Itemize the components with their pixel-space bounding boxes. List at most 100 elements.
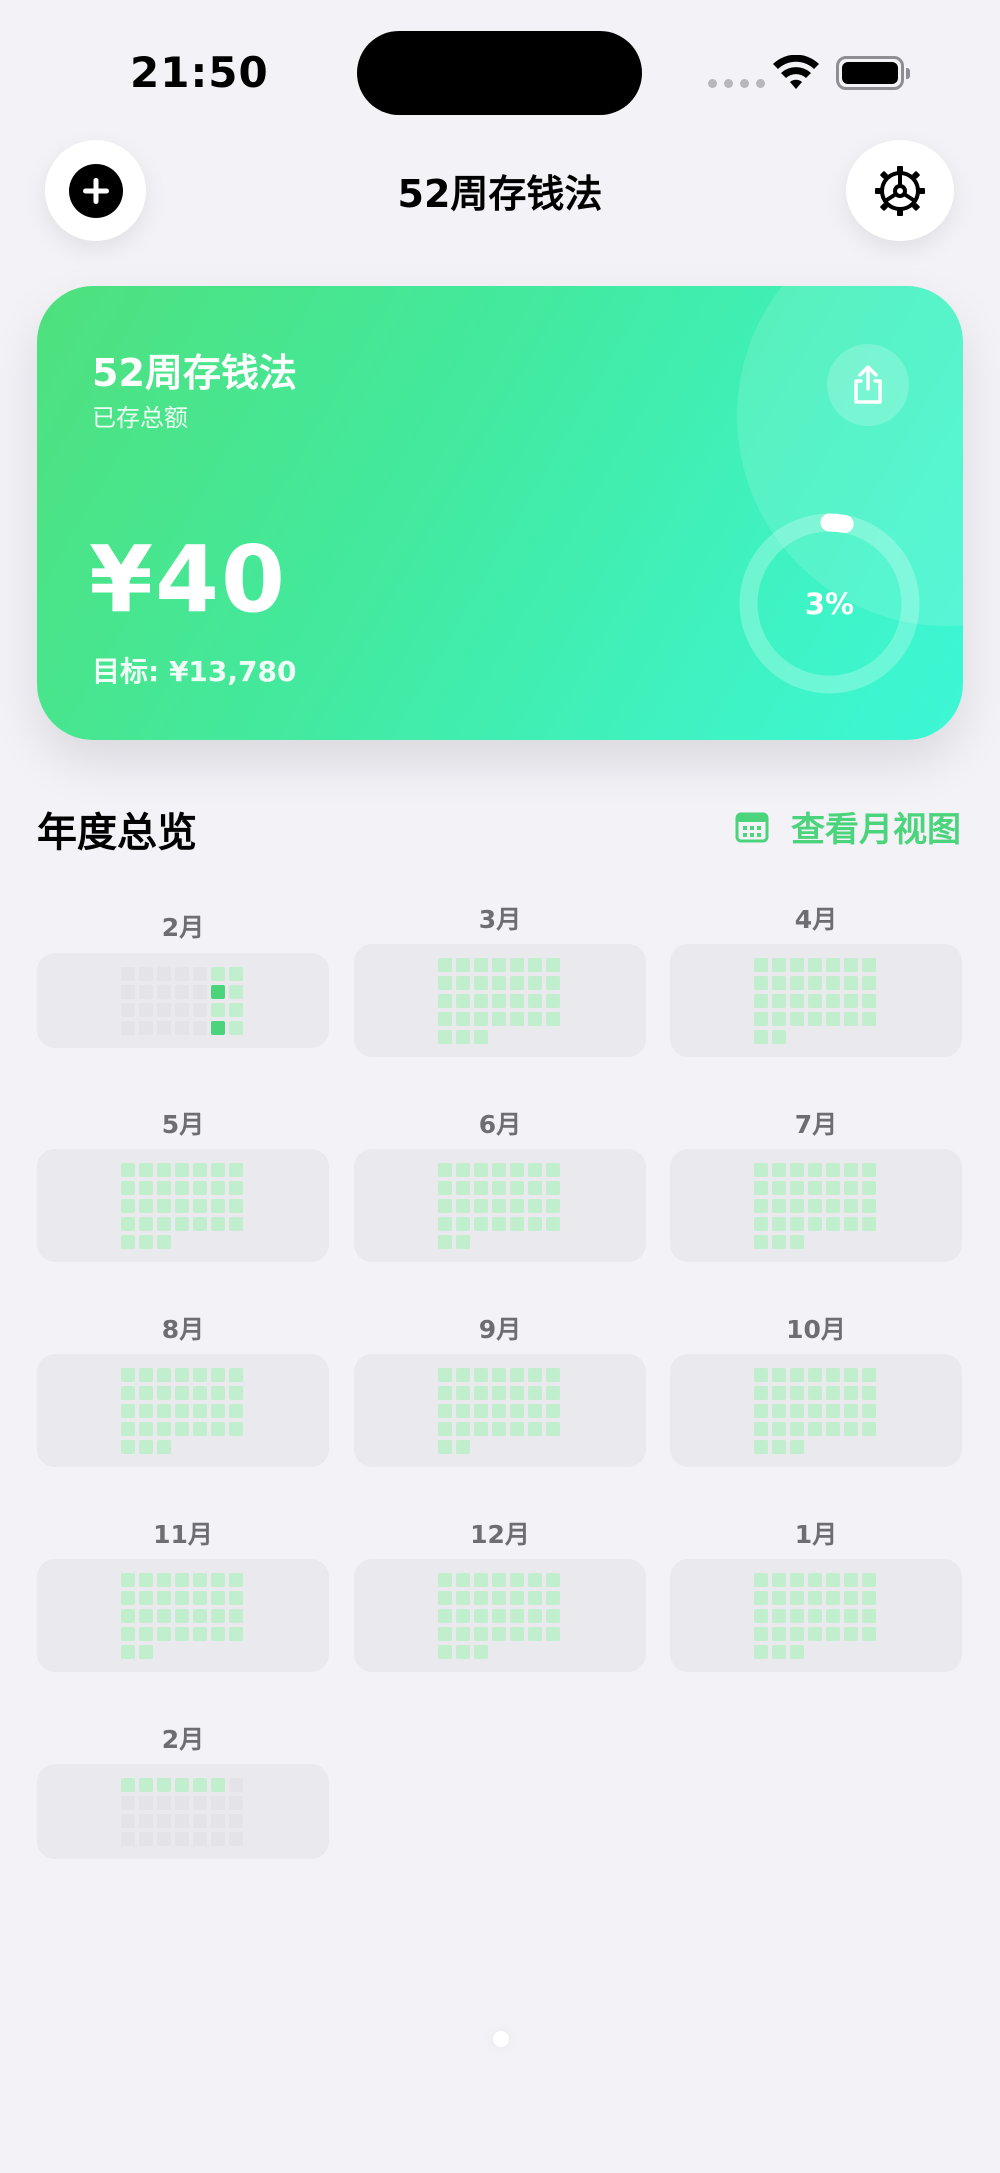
day-cell[interactable]	[772, 1199, 786, 1213]
day-cell[interactable]	[211, 1422, 225, 1436]
day-cell[interactable]	[772, 976, 786, 990]
day-cell[interactable]	[826, 1368, 840, 1382]
day-cell[interactable]	[229, 1021, 243, 1035]
share-button[interactable]	[827, 344, 909, 426]
day-cell[interactable]	[229, 985, 243, 999]
day-cell[interactable]	[862, 1012, 876, 1026]
month-view-link[interactable]: 查看月视图	[735, 802, 961, 851]
day-cell[interactable]	[546, 1199, 560, 1213]
day-cell[interactable]	[438, 1181, 452, 1195]
day-cell[interactable]	[754, 1163, 768, 1177]
day-cell[interactable]	[193, 1832, 207, 1846]
day-cell[interactable]	[121, 1163, 135, 1177]
day-cell[interactable]	[528, 1591, 542, 1605]
day-cell[interactable]	[193, 1404, 207, 1418]
day-cell[interactable]	[772, 958, 786, 972]
day-cell[interactable]	[121, 1814, 135, 1828]
day-cell[interactable]	[175, 1163, 189, 1177]
day-cell[interactable]	[844, 958, 858, 972]
day-cell[interactable]	[139, 1440, 153, 1454]
day-cell[interactable]	[844, 1163, 858, 1177]
day-cell[interactable]	[474, 1404, 488, 1418]
day-cell[interactable]	[826, 1386, 840, 1400]
day-cell[interactable]	[438, 1573, 452, 1587]
day-cell[interactable]	[844, 1386, 858, 1400]
day-cell[interactable]	[492, 1573, 506, 1587]
day-cell[interactable]	[456, 1591, 470, 1605]
day-cell[interactable]	[510, 1573, 524, 1587]
day-cell[interactable]	[139, 1422, 153, 1436]
day-cell[interactable]	[492, 1404, 506, 1418]
day-cell[interactable]	[862, 1573, 876, 1587]
day-cell[interactable]	[139, 1163, 153, 1177]
day-cell[interactable]	[229, 1778, 243, 1792]
day-cell[interactable]	[862, 1422, 876, 1436]
day-cell[interactable]	[139, 1591, 153, 1605]
day-cell[interactable]	[754, 1440, 768, 1454]
day-cell[interactable]	[492, 1591, 506, 1605]
day-cell[interactable]	[528, 976, 542, 990]
day-cell[interactable]	[754, 1012, 768, 1026]
day-cell[interactable]	[546, 1163, 560, 1177]
day-cell[interactable]	[229, 1796, 243, 1810]
day-cell[interactable]	[772, 1422, 786, 1436]
day-cell[interactable]	[229, 1217, 243, 1231]
day-cell[interactable]	[492, 1217, 506, 1231]
day-cell[interactable]	[211, 1003, 225, 1017]
day-cell[interactable]	[121, 1609, 135, 1623]
day-cell[interactable]	[844, 1012, 858, 1026]
day-cell[interactable]	[510, 1012, 524, 1026]
day-cell[interactable]	[175, 1021, 189, 1035]
day-cell[interactable]	[157, 985, 171, 999]
day-cell[interactable]	[474, 1609, 488, 1623]
day-cell[interactable]	[193, 1609, 207, 1623]
day-cell[interactable]	[790, 1404, 804, 1418]
day-cell[interactable]	[754, 1645, 768, 1659]
day-cell[interactable]	[826, 976, 840, 990]
day-cell[interactable]	[474, 1012, 488, 1026]
day-cell[interactable]	[808, 1199, 822, 1213]
day-cell[interactable]	[754, 1181, 768, 1195]
day-cell[interactable]	[772, 1609, 786, 1623]
day-cell[interactable]	[121, 1235, 135, 1249]
day-cell[interactable]	[229, 1003, 243, 1017]
day-cell[interactable]	[193, 1627, 207, 1641]
day-cell[interactable]	[862, 1199, 876, 1213]
day-cell[interactable]	[754, 1422, 768, 1436]
day-cell[interactable]	[808, 1217, 822, 1231]
day-cell[interactable]	[844, 1591, 858, 1605]
day-cell[interactable]	[510, 1404, 524, 1418]
day-cell[interactable]	[754, 1627, 768, 1641]
day-cell[interactable]	[790, 1609, 804, 1623]
day-cell[interactable]	[862, 1217, 876, 1231]
day-cell[interactable]	[229, 1422, 243, 1436]
day-cell[interactable]	[510, 994, 524, 1008]
day-cell[interactable]	[229, 1181, 243, 1195]
day-cell[interactable]	[211, 1021, 225, 1035]
day-cell[interactable]	[175, 1003, 189, 1017]
day-cell[interactable]	[121, 1832, 135, 1846]
day-cell[interactable]	[790, 1368, 804, 1382]
day-cell[interactable]	[211, 967, 225, 981]
day-cell[interactable]	[121, 1404, 135, 1418]
day-cell[interactable]	[211, 1814, 225, 1828]
day-cell[interactable]	[808, 1591, 822, 1605]
day-cell[interactable]	[528, 958, 542, 972]
day-cell[interactable]	[438, 1627, 452, 1641]
day-cell[interactable]	[175, 1591, 189, 1605]
day-cell[interactable]	[175, 1386, 189, 1400]
day-cell[interactable]	[157, 1217, 171, 1231]
day-cell[interactable]	[175, 1627, 189, 1641]
day-cell[interactable]	[754, 1368, 768, 1382]
day-cell[interactable]	[772, 1404, 786, 1418]
day-cell[interactable]	[229, 1573, 243, 1587]
day-cell[interactable]	[474, 1368, 488, 1382]
day-cell[interactable]	[492, 1181, 506, 1195]
day-cell[interactable]	[754, 994, 768, 1008]
day-cell[interactable]	[121, 1003, 135, 1017]
day-cell[interactable]	[546, 994, 560, 1008]
day-cell[interactable]	[510, 1591, 524, 1605]
day-cell[interactable]	[528, 1163, 542, 1177]
day-cell[interactable]	[175, 1796, 189, 1810]
day-cell[interactable]	[510, 976, 524, 990]
